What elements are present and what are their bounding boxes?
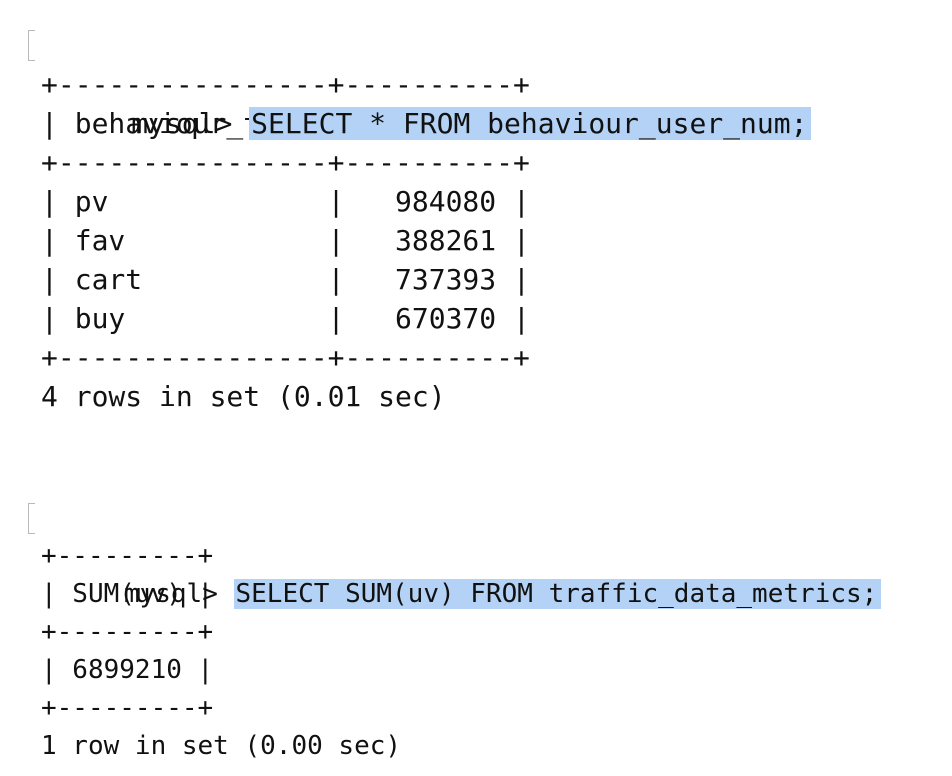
query-status: 1 row in set (0.00 sec) bbox=[41, 731, 402, 761]
table-row-fav: | fav | 388261 | bbox=[41, 224, 530, 257]
command-line[interactable]: mysql> SELECT * FROM behaviour_user_num; bbox=[0, 26, 952, 140]
table-border-header: +---------+ bbox=[41, 617, 214, 647]
table-border-bottom: +---------+ bbox=[41, 693, 214, 723]
selected-sql-query[interactable]: SELECT * FROM behaviour_user_num; bbox=[249, 107, 812, 140]
selected-sql-query[interactable]: SELECT SUM(uv) FROM traffic_data_metrics… bbox=[233, 579, 882, 609]
table-row-sum: | 6899210 | bbox=[41, 655, 214, 685]
command-line[interactable]: mysql> SELECT SUM(uv) FROM traffic_data_… bbox=[0, 499, 952, 609]
cursor-marker bbox=[28, 503, 35, 534]
query-status: 4 rows in set (0.01 sec) bbox=[41, 380, 446, 413]
terminal-window[interactable]: mysql> SELECT * FROM behaviour_user_num;… bbox=[0, 0, 952, 776]
table-border-bottom: +----------------+----------+ bbox=[41, 341, 530, 374]
cursor-marker bbox=[28, 30, 35, 61]
query-block-traffic-sum: mysql> SELECT SUM(uv) FROM traffic_data_… bbox=[0, 499, 952, 765]
table-row-cart: | cart | 737393 | bbox=[41, 263, 530, 296]
mysql-prompt: mysql> bbox=[131, 107, 250, 140]
table-row-buy: | buy | 670370 | bbox=[41, 302, 530, 335]
query-block-behaviour-user-num: mysql> SELECT * FROM behaviour_user_num;… bbox=[0, 26, 952, 416]
table-row-pv: | pv | 984080 | bbox=[41, 185, 530, 218]
mysql-prompt: mysql> bbox=[123, 579, 234, 609]
table-border-top: +----------------+----------+ bbox=[41, 68, 530, 101]
table-border-header: +----------------+----------+ bbox=[41, 146, 530, 179]
table-border-top: +---------+ bbox=[41, 541, 214, 571]
